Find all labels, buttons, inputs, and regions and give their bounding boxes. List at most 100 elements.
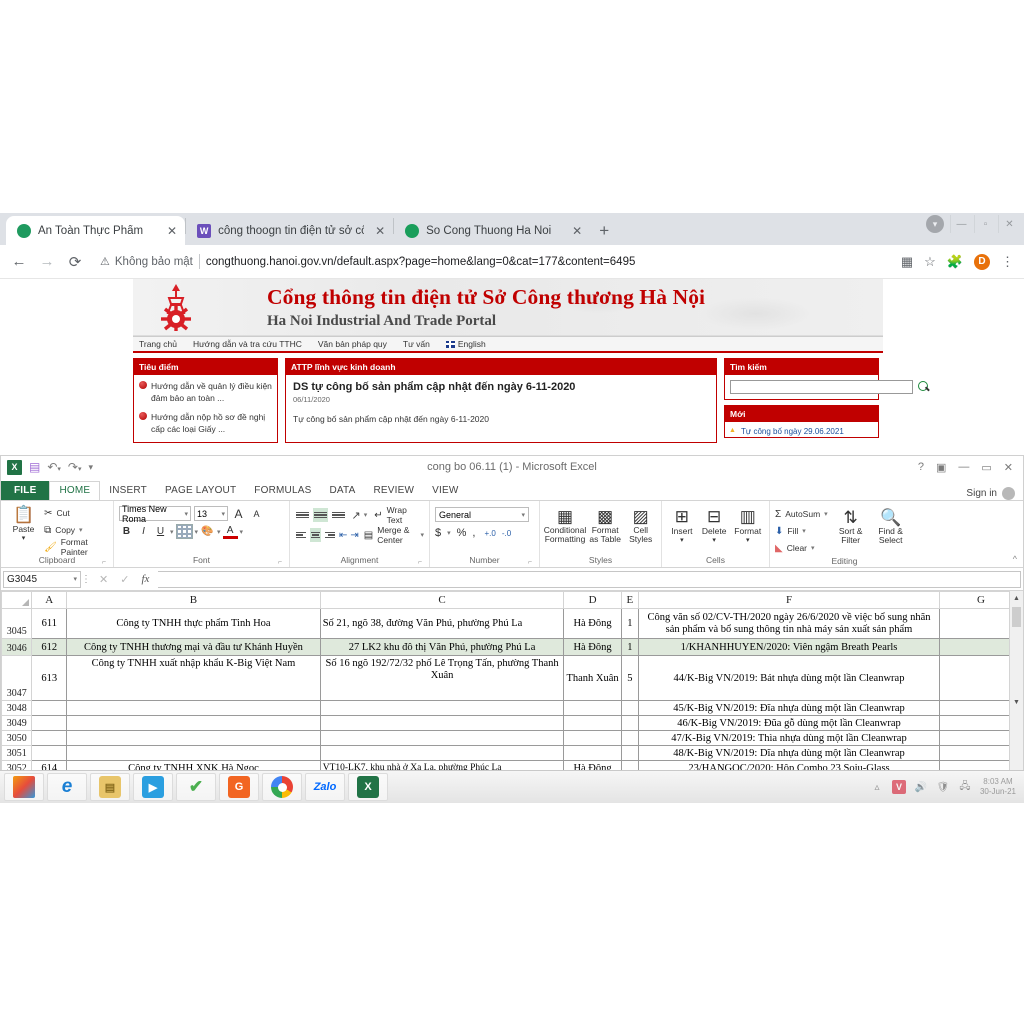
qr-code-icon[interactable]: ▦ xyxy=(901,254,913,270)
name-box[interactable]: G3045 ▾ xyxy=(3,570,81,588)
font-name-combo[interactable]: Times New Roma ▾ xyxy=(119,504,191,524)
copy-button[interactable]: ⧉ Copy ▾ xyxy=(44,522,108,538)
excel-minimize-button[interactable]: — xyxy=(958,461,969,473)
font-color-dropdown-icon[interactable]: ▾ xyxy=(240,528,244,536)
wrap-text-button[interactable]: ↵ Wrap Text xyxy=(374,505,424,525)
insert-dropdown-icon[interactable]: ▾ xyxy=(680,536,684,544)
scrollbar-thumb[interactable] xyxy=(1012,607,1021,627)
conditional-formatting-button[interactable]: ▦ Conditional Formatting xyxy=(544,505,587,544)
clear-dropdown-icon[interactable]: ▾ xyxy=(811,544,815,552)
network-icon[interactable]: 🖧 xyxy=(958,780,972,794)
browser-tab-2[interactable]: W công thoogn tin điện tử sở công ✕ xyxy=(186,216,394,245)
find-select-button[interactable]: 🔍 Find & Select xyxy=(874,506,908,545)
row-header[interactable]: 3047 xyxy=(1,655,33,701)
save-icon[interactable]: ▤ xyxy=(29,460,40,474)
font-dialog-launcher-icon[interactable]: ⌐ xyxy=(278,559,282,566)
redo-icon[interactable]: ↷▾ xyxy=(68,460,82,474)
cell-d3048[interactable] xyxy=(563,700,622,716)
tab-formulas[interactable]: FORMULAS xyxy=(245,482,320,500)
align-left-icon[interactable] xyxy=(295,528,307,542)
sign-in-area[interactable]: Sign in xyxy=(966,487,1023,500)
confirm-entry-icon[interactable]: ✓ xyxy=(120,573,129,586)
taskbar-item-internet-explorer[interactable]: e xyxy=(47,773,87,801)
merge-dropdown-icon[interactable]: ▾ xyxy=(421,531,425,539)
autosum-button[interactable]: Σ AutoSum ▾ xyxy=(775,506,828,522)
cell-d3046[interactable]: Hà Đông xyxy=(563,638,622,656)
address-bar[interactable]: ⚠ Không bảo mật congthuong.hanoi.gov.vn/… xyxy=(94,250,891,274)
cell-b3050[interactable] xyxy=(66,730,321,746)
panel-attp-title[interactable]: DS tự công bố sản phẩm cập nhật đến ngày… xyxy=(293,381,709,393)
column-header-f[interactable]: F xyxy=(638,591,940,609)
taskbar-item-zalo[interactable]: Zalo xyxy=(305,773,345,801)
taskbar-item-excel[interactable]: X xyxy=(348,773,388,801)
table-row[interactable]: 3046 612 Công ty TNHH thương mại và đầu … xyxy=(1,638,1023,656)
cell-a3047[interactable]: 613 xyxy=(31,655,68,701)
collapse-ribbon-icon[interactable]: ^ xyxy=(1013,554,1017,564)
browser-tab-3-close-icon[interactable]: ✕ xyxy=(572,225,582,237)
align-top-icon[interactable] xyxy=(295,508,310,522)
cell-c3050[interactable] xyxy=(319,730,565,746)
browser-tab-1[interactable]: An Toàn Thực Phẩm ✕ xyxy=(6,216,186,245)
align-middle-icon[interactable] xyxy=(312,508,328,522)
help-button[interactable]: ? xyxy=(918,461,924,473)
paste-button[interactable]: 📋 Paste ▾ xyxy=(6,503,41,542)
customize-quick-access-icon[interactable]: ▾ xyxy=(89,462,94,473)
underline-button[interactable]: U xyxy=(153,524,168,539)
fill-color-icon[interactable]: 🎨 xyxy=(200,524,215,539)
cell-c3047[interactable]: Số 16 ngõ 192/72/32 phố Lê Trọng Tấn, ph… xyxy=(319,655,565,701)
ribbon-display-options-button[interactable]: ▣ xyxy=(936,461,946,474)
security-status[interactable]: ⚠ Không bảo mật xyxy=(100,255,193,269)
clipboard-dialog-launcher-icon[interactable]: ⌐ xyxy=(102,559,106,566)
table-row[interactable]: 3051 48/K-Big VN/2019: Dĩa nhựa dùng một… xyxy=(1,745,1023,761)
cell-d3045[interactable]: Hà Đông xyxy=(563,608,622,639)
cell-d3049[interactable] xyxy=(563,715,622,731)
underline-dropdown-icon[interactable]: ▾ xyxy=(170,528,174,536)
site-nav-trang-chu[interactable]: Trang chủ xyxy=(139,339,177,349)
cell-e3050[interactable] xyxy=(620,730,640,746)
cell-f3047[interactable]: 44/K-Big VN/2019: Bát nhựa dùng một lần … xyxy=(638,655,940,701)
site-nav-huong-dan[interactable]: Hướng dẫn và tra cứu TTHC xyxy=(193,339,302,349)
cell-d3050[interactable] xyxy=(563,730,622,746)
increase-font-size-icon[interactable]: A xyxy=(231,506,246,521)
cell-a3049[interactable] xyxy=(31,715,68,731)
minimize-button[interactable]: — xyxy=(950,215,972,233)
table-row[interactable]: 3048 45/K-Big VN/2019: Đĩa nhựa dùng một… xyxy=(1,700,1023,716)
taskbar-item-pdf-reader[interactable]: G xyxy=(219,773,259,801)
clear-button[interactable]: ◣ Clear ▾ xyxy=(775,540,828,556)
column-header-d[interactable]: D xyxy=(563,591,622,609)
row-header[interactable]: 3045 xyxy=(1,608,33,639)
column-header-a[interactable]: A xyxy=(31,591,68,609)
currency-format-icon[interactable]: $ xyxy=(435,527,441,539)
row-header[interactable]: 3046 xyxy=(1,638,33,656)
format-dropdown-icon[interactable]: ▾ xyxy=(746,536,750,544)
increase-decimal-icon[interactable]: +.0 xyxy=(484,529,495,538)
vertical-scrollbar[interactable]: ▲ ▼ xyxy=(1009,591,1023,771)
site-nav-tu-van[interactable]: Tư vấn xyxy=(403,339,430,349)
cell-styles-button[interactable]: ▨ Cell Styles xyxy=(625,505,656,544)
tab-insert[interactable]: INSERT xyxy=(100,482,156,500)
tab-review[interactable]: REVIEW xyxy=(364,482,423,500)
cell-c3046[interactable]: 27 LK2 khu đô thị Văn Phú, phường Phú La xyxy=(319,638,565,656)
browser-menu-icon[interactable]: ⋮ xyxy=(1001,254,1014,270)
bookmark-star-icon[interactable]: ☆ xyxy=(924,254,936,270)
extensions-puzzle-icon[interactable]: 🧩 xyxy=(947,254,963,270)
formula-input[interactable] xyxy=(158,570,1021,588)
unikey-tray-icon[interactable]: V xyxy=(891,780,906,794)
start-button[interactable] xyxy=(4,773,44,801)
row-header[interactable]: 3049 xyxy=(1,715,33,731)
panel-attp-subtitle[interactable]: Tự công bố sản phẩm cập nhật đến ngày 6-… xyxy=(293,414,709,424)
maximize-button[interactable]: ▫ xyxy=(974,215,996,233)
cell-e3045[interactable]: 1 xyxy=(620,608,640,639)
forward-icon[interactable]: → xyxy=(38,253,56,270)
table-row[interactable]: 3049 46/K-Big VN/2019: Đũa gỗ dùng một l… xyxy=(1,715,1023,731)
cell-e3049[interactable] xyxy=(620,715,640,731)
reload-icon[interactable]: ⟳ xyxy=(66,253,84,271)
fill-color-dropdown-icon[interactable]: ▾ xyxy=(217,528,221,536)
taskbar-item-unikey[interactable]: ✔ xyxy=(176,773,216,801)
cell-e3046[interactable]: 1 xyxy=(620,638,640,656)
show-hidden-icons-icon[interactable]: ▵ xyxy=(870,780,884,794)
cell-b3047[interactable]: Công ty TNHH xuất nhập khẩu K-Big Việt N… xyxy=(66,655,321,701)
browser-tab-3[interactable]: So Cong Thuong Ha Noi ✕ xyxy=(394,216,591,245)
tab-page-layout[interactable]: PAGE LAYOUT xyxy=(156,482,245,500)
taskbar-item-chrome[interactable] xyxy=(262,773,302,801)
